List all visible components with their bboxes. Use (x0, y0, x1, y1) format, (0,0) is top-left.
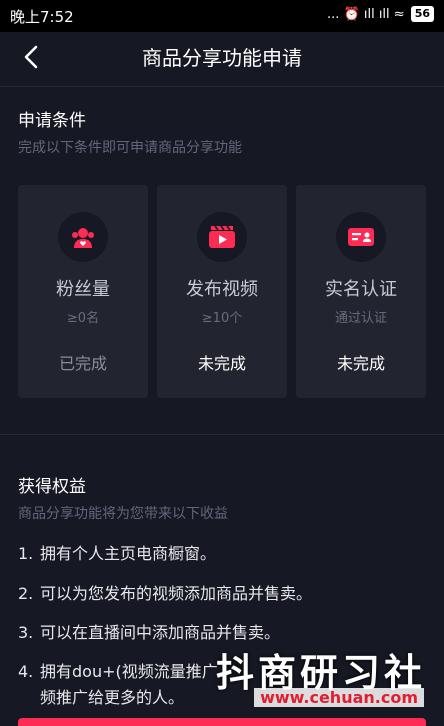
signal-wifi-icons: ... ⏰ ıll ıll ≈ (327, 6, 405, 22)
apply-button[interactable] (18, 718, 426, 726)
benefits-subtitle: 商品分享功能将为您带来以下收益 (18, 506, 228, 522)
card-status: 已完成 (58, 354, 107, 373)
card-status: 未完成 (336, 354, 385, 373)
benefit-number: 4. (18, 662, 34, 681)
benefit-number: 2. (18, 584, 34, 603)
benefit-text: 可以为您发布的视频添加商品并售卖。 (40, 584, 313, 603)
video-clapper-icon (197, 212, 247, 262)
condition-card-fans: 粉丝量 ≥0名 已完成 (18, 185, 148, 398)
benefits-title: 获得权益 (18, 477, 86, 497)
conditions-title: 申请条件 (18, 111, 86, 131)
benefit-item: 1. 拥有个人主页电商橱窗。 (18, 541, 428, 567)
status-indicators: ... ⏰ ıll ıll ≈ 56 (327, 6, 434, 22)
card-title: 发布视频 (186, 279, 258, 300)
benefit-number: 1. (18, 544, 34, 563)
status-time: 晚上7:52 (10, 8, 74, 26)
id-card-icon (336, 212, 386, 262)
nav-bar: 商品分享功能申请 (0, 32, 444, 82)
battery-icon: 56 (410, 6, 434, 22)
benefit-text: 频推广给更多的人。 (40, 688, 185, 707)
card-status: 未完成 (197, 354, 246, 373)
benefit-text: 拥有个人主页电商橱窗。 (40, 544, 217, 563)
benefit-number (18, 685, 40, 711)
card-requirement: 通过认证 (334, 311, 387, 326)
condition-card-realname: 实名认证 通过认证 未完成 (296, 185, 426, 398)
benefit-item: 2. 可以为您发布的视频添加商品并售卖。 (18, 581, 428, 607)
card-requirement: ≥0名 (66, 311, 100, 326)
fans-icon (58, 212, 108, 262)
benefit-text: 拥有dou+(视频流量推广 (40, 662, 218, 681)
card-title: 粉丝量 (56, 279, 110, 300)
page-title: 商品分享功能申请 (142, 46, 302, 70)
conditions-subtitle: 完成以下条件即可申请商品分享功能 (18, 140, 242, 156)
condition-card-videos: 发布视频 ≥10个 未完成 (157, 185, 287, 398)
section-divider (0, 434, 444, 435)
card-title: 实名认证 (325, 279, 397, 300)
header-divider (0, 86, 444, 87)
status-bar: 晚上7:52 ... ⏰ ıll ıll ≈ 56 (0, 0, 444, 32)
watermark-url: www.cehuan.com (254, 688, 424, 707)
benefit-number: 3. (18, 623, 34, 642)
card-requirement: ≥10个 (201, 311, 243, 326)
